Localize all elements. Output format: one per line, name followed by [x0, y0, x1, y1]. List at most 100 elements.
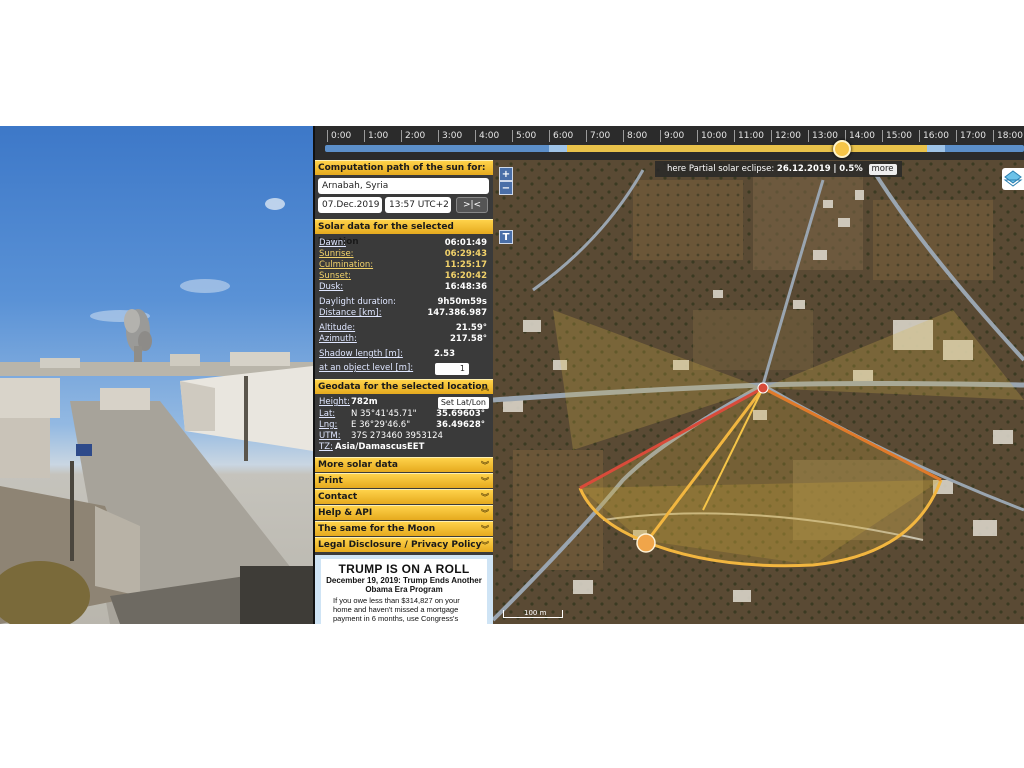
time-tick: 16:00 [919, 130, 949, 142]
sunset-row: Sunset: 16:20:42 [315, 271, 493, 282]
height-label[interactable]: Height: [319, 397, 350, 408]
print-header[interactable]: Print ︾ [315, 473, 493, 488]
sunset-label[interactable]: Sunset: [319, 271, 351, 282]
time-tick: 14:00 [845, 130, 875, 142]
path-header: Computation path of the sun for: [315, 160, 493, 175]
time-tick: 7:00 [586, 130, 610, 142]
sunrise-row: Sunrise: 06:29:43 [315, 249, 493, 260]
altitude-value: 21.59° [455, 323, 487, 333]
chevron-down-icon: ︾ [481, 461, 489, 470]
time-tick: 6:00 [549, 130, 573, 142]
time-tick: 2:00 [401, 130, 425, 142]
utm-value: 37S 273460 3953124 [351, 431, 443, 441]
help-api-header[interactable]: Help & API ︾ [315, 505, 493, 520]
distance-label[interactable]: Distance [km]: [319, 308, 382, 319]
daylight-label: Daylight duration: [319, 297, 396, 307]
dusk-value: 16:48:36 [444, 282, 487, 292]
lat-row: Lat: N 35°41'45.71" 35.69603° [315, 409, 493, 420]
more-solar-data-label: More solar data [318, 460, 398, 470]
tz-label[interactable]: TZ: [319, 442, 333, 453]
dawn-value: 06:01:49 [444, 238, 487, 248]
ad-subtitle: December 19, 2019: Trump Ends Another Ob… [326, 576, 482, 594]
set-latlon-button[interactable]: Set Lat/Lon [437, 397, 489, 409]
zoom-out-button[interactable]: − [499, 181, 513, 195]
azimuth-label[interactable]: Azimuth: [319, 334, 357, 345]
time-tick: 13:00 [808, 130, 838, 142]
path-header-label: Computation path of the sun for: [318, 163, 486, 173]
height-value: 782m [351, 397, 378, 407]
shadow-label[interactable]: Shadow length [m]: [319, 349, 403, 360]
location-input[interactable]: Arnabah, Syria [318, 178, 489, 194]
sunrise-value: 06:29:43 [444, 249, 487, 259]
eclipse-prefix: here Partial solar eclipse: [667, 164, 775, 174]
lat-label[interactable]: Lat: [319, 409, 335, 420]
time-tick: 15:00 [882, 130, 912, 142]
street-photo [0, 126, 313, 624]
help-api-label: Help & API [318, 508, 373, 518]
geodata-header-label: Geodata for the selected location [318, 382, 488, 392]
map-scale: 100 m [503, 610, 563, 618]
zoom-in-button[interactable]: + [499, 167, 513, 181]
tz-value: Asia/Damascus [335, 442, 407, 452]
object-level-row: at an object level [m]: 1 [315, 363, 493, 376]
lat-value: 35.69603° [436, 409, 485, 419]
time-tick: 3:00 [438, 130, 462, 142]
azimuth-row: Azimuth: 217.58° [315, 334, 493, 345]
terrain-toggle-button[interactable]: T [499, 230, 513, 244]
solar-data-header: Solar data for the selected location [315, 219, 493, 247]
advertisement[interactable]: TRUMP IS ON A ROLL December 19, 2019: Tr… [315, 555, 493, 624]
object-level-label[interactable]: at an object level [m]: [319, 363, 413, 374]
satellite-map[interactable]: + − T here Partial solar eclipse: 26.12.… [493, 160, 1024, 624]
utm-label[interactable]: UTM: [319, 431, 341, 442]
object-level-input[interactable]: 1 [435, 363, 469, 375]
time-tick: 11:00 [734, 130, 764, 142]
moon-label: The same for the Moon [318, 524, 436, 534]
tz-row: TZ: Asia/Damascus EET [315, 442, 493, 453]
lng-value: 36.49628° [436, 420, 485, 430]
moon-header[interactable]: The same for the Moon ︾ [315, 521, 493, 536]
time-tick: 17:00 [956, 130, 986, 142]
layers-icon [1003, 170, 1023, 187]
lng-row: Lng: E 36°29'46.6" 36.49628° [315, 420, 493, 431]
eclipse-notice: here Partial solar eclipse: 26.12.2019 |… [655, 161, 902, 177]
contact-label: Contact [318, 492, 358, 502]
layers-button[interactable] [1002, 168, 1024, 190]
chevron-up-icon: ︽ [481, 383, 489, 392]
morning-twilight-band [549, 145, 567, 152]
geodata-header[interactable]: Geodata for the selected location ︽ [315, 379, 493, 394]
tz-abbr: EET [407, 442, 425, 452]
legal-header[interactable]: Legal Disclosure / Privacy Policy ︾ [315, 537, 493, 552]
date-input[interactable]: 07.Dec.2019 [318, 197, 382, 213]
culmination-value: 11:25:17 [444, 260, 487, 270]
dusk-label[interactable]: Dusk: [319, 282, 343, 293]
eclipse-date: 26.12.2019 [776, 164, 831, 174]
altitude-label[interactable]: Altitude: [319, 323, 355, 334]
sunset-value: 16:20:42 [444, 271, 487, 281]
time-slider[interactable]: 0:00 1:00 2:00 3:00 4:00 5:00 6:00 7:00 8:00 9:00… [315, 126, 1024, 160]
culmination-row: Culmination: 11:25:17 [315, 260, 493, 271]
culmination-label[interactable]: Culmination: [319, 260, 373, 271]
dusk-row: Dusk: 16:48:36 [315, 282, 493, 293]
sunrise-label[interactable]: Sunrise: [319, 249, 354, 260]
distance-row: Distance [km]: 147.386.987 [315, 308, 493, 319]
daylight-band [567, 145, 927, 152]
timezone-toggle-button[interactable]: >|< [456, 197, 488, 213]
time-tick: 18:00 [993, 130, 1023, 142]
time-input[interactable]: 13:57 UTC+2 [385, 197, 451, 213]
dawn-label[interactable]: Dawn: [319, 238, 346, 249]
ad-content[interactable]: TRUMP IS ON A ROLL December 19, 2019: Tr… [321, 559, 487, 624]
lng-label[interactable]: Lng: [319, 420, 337, 431]
lng-dms: E 36°29'46.6" [351, 420, 411, 430]
time-tick: 10:00 [697, 130, 727, 142]
ad-title: TRUMP IS ON A ROLL [338, 562, 470, 576]
distance-value: 147.386.987 [427, 308, 487, 318]
eclipse-more-button[interactable]: more [868, 164, 897, 175]
more-solar-data-header[interactable]: More solar data ︾ [315, 457, 493, 472]
time-slider-thumb[interactable] [833, 140, 852, 158]
chevron-down-icon: ︾ [481, 509, 489, 518]
time-tick: 0:00 [327, 130, 351, 142]
print-label: Print [318, 476, 343, 486]
time-tick: 1:00 [364, 130, 388, 142]
time-tick: 4:00 [475, 130, 499, 142]
contact-header[interactable]: Contact ︾ [315, 489, 493, 504]
